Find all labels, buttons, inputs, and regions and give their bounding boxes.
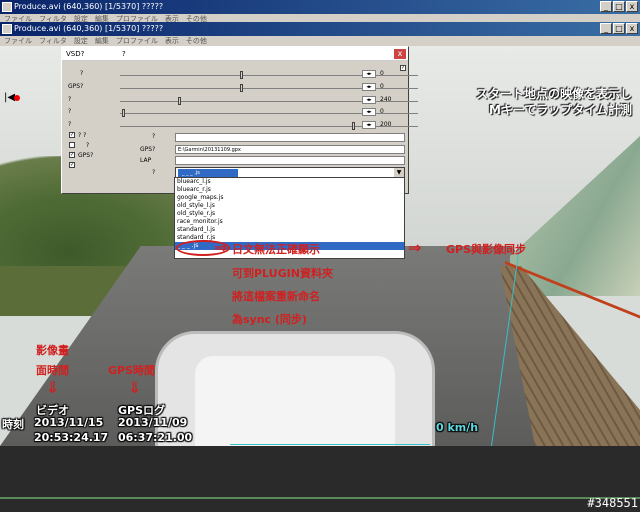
checkbox-label: GPS? bbox=[78, 152, 94, 159]
watermark: #348551 bbox=[587, 496, 638, 510]
dropdown-option[interactable]: bluearc_l.js bbox=[175, 178, 404, 186]
slider-thumb[interactable] bbox=[178, 97, 181, 105]
instruction-line-2: Mキーでラップタイム計測 bbox=[489, 103, 632, 117]
close-button[interactable]: x bbox=[626, 1, 638, 12]
timeline-bar[interactable] bbox=[0, 497, 640, 499]
lap-label: LAP bbox=[140, 157, 152, 164]
window-controls: _ □ x bbox=[600, 23, 638, 34]
dropdown-option[interactable]: old_style_r.js bbox=[175, 210, 404, 218]
maximize-button[interactable]: □ bbox=[613, 1, 625, 12]
skin-label: ? bbox=[152, 169, 156, 176]
slider-row: GPS? ◂▸ 0 bbox=[62, 82, 418, 93]
window-title: Produce.avi (640,360) [1/5370] ????? bbox=[14, 2, 164, 11]
vsd-dialog: VSD? ? x ✓ ? ◂▸ 0 GPS? ◂▸ 0 ? ◂▸ 240 ? ◂… bbox=[61, 46, 418, 194]
dialog-titlebar[interactable]: VSD? ? x bbox=[62, 47, 408, 61]
note-line-2: 可到PLUGIN資料夾 bbox=[232, 267, 333, 280]
gps-clock: 06:37:21.00 bbox=[118, 431, 193, 444]
note-line-3: 將這檔案重新命名 bbox=[232, 290, 320, 303]
log-file-field[interactable] bbox=[175, 133, 405, 142]
dialog-title-extra: ? bbox=[122, 50, 126, 58]
arrow-right-icon: ⇒ bbox=[214, 238, 228, 257]
dialog-title: VSD? bbox=[66, 50, 85, 58]
slider-value: 0 bbox=[380, 83, 384, 90]
speed-readout: 0 km/h bbox=[436, 421, 479, 434]
note-line-4: 為sync (同步) bbox=[232, 313, 307, 326]
gps-time-label: GPS時間 bbox=[108, 364, 156, 377]
spin-buttons[interactable]: ◂▸ bbox=[362, 108, 376, 116]
app-icon bbox=[2, 2, 12, 12]
checkbox[interactable] bbox=[69, 142, 75, 148]
checkbox[interactable]: ✓ bbox=[69, 132, 75, 138]
app-icon bbox=[2, 24, 12, 34]
spin-buttons[interactable]: ◂▸ bbox=[362, 121, 376, 129]
minimize-button[interactable]: _ bbox=[600, 23, 612, 34]
video-time-label-2: 面時間 bbox=[36, 364, 69, 377]
bottom-panel bbox=[0, 446, 640, 512]
slider-row: ? ◂▸ 0 bbox=[62, 107, 418, 118]
gps-file-field[interactable]: E:\Garmin\20131109.gpx bbox=[175, 145, 405, 154]
arrow-down-icon: ⇓ bbox=[46, 378, 60, 397]
note-line-1: 日文無法正確顯示 bbox=[232, 243, 320, 256]
minimize-button[interactable]: _ bbox=[600, 1, 612, 12]
instruction-line-1: スタート地点の映像を表示し bbox=[475, 87, 632, 101]
lap-file-field[interactable] bbox=[175, 156, 405, 165]
slider-value: 0 bbox=[380, 70, 384, 77]
spin-buttons[interactable]: ◂▸ bbox=[362, 96, 376, 104]
slider-row: ? ◂▸ 0 bbox=[62, 69, 418, 80]
video-date: 2013/11/15 bbox=[34, 416, 104, 429]
window-titlebar-2[interactable]: Produce.avi (640,360) [1/5370] ????? _ □… bbox=[0, 22, 640, 36]
window-controls: _ □ x bbox=[600, 1, 638, 12]
slider-thumb[interactable] bbox=[240, 71, 243, 79]
maximize-button[interactable]: □ bbox=[613, 23, 625, 34]
slider-row: ? ◂▸ 240 bbox=[62, 95, 418, 106]
slider-thumb[interactable] bbox=[352, 122, 355, 130]
dialog-close-button[interactable]: x bbox=[394, 49, 406, 59]
overlay-instructions: スタート地点の映像を表示し Mキーでラップタイム計測 bbox=[476, 86, 632, 118]
checkbox[interactable]: ✓ bbox=[69, 162, 75, 168]
gps-sync-label: GPS與影像同步 bbox=[446, 243, 527, 256]
window-titlebar[interactable]: Produce.avi (640,360) [1/5370] ????? _ □… bbox=[0, 0, 640, 14]
dropdown-option[interactable]: bluearc_r.js bbox=[175, 186, 404, 194]
slider-row: ? ◂▸ 200 bbox=[62, 120, 418, 131]
slider-label: ? bbox=[80, 70, 84, 77]
video-time-label-1: 影像畫 bbox=[36, 344, 69, 357]
dropdown-option[interactable]: old_style_l.js bbox=[175, 202, 404, 210]
gps-position-dot bbox=[14, 95, 20, 101]
bike-computer-screen bbox=[195, 356, 395, 446]
spin-buttons[interactable]: ◂▸ bbox=[362, 83, 376, 91]
dropdown-option[interactable]: race_monitor.js bbox=[175, 218, 404, 226]
chevron-down-icon[interactable]: ▼ bbox=[394, 168, 404, 177]
skin-select-value: _ _ _ .js bbox=[178, 169, 238, 177]
gps-file-label: GPS? bbox=[140, 146, 156, 153]
checkbox[interactable]: ✓ bbox=[69, 152, 75, 158]
checkbox-label: ? ? bbox=[78, 132, 87, 139]
gps-date: 2013/11/09 bbox=[118, 416, 188, 429]
spin-buttons[interactable]: ◂▸ bbox=[362, 70, 376, 78]
slider-label: ? bbox=[68, 96, 72, 103]
slider-label: GPS? bbox=[68, 83, 84, 90]
slider-label: ? bbox=[68, 108, 72, 115]
speed-graph-line bbox=[230, 444, 430, 445]
slider-thumb[interactable] bbox=[240, 84, 243, 92]
slider-value: 240 bbox=[380, 96, 392, 103]
dropdown-option[interactable]: google_maps.js bbox=[175, 194, 404, 202]
slider-thumb[interactable] bbox=[122, 109, 125, 117]
close-button[interactable]: x bbox=[626, 23, 638, 34]
slider-value: 200 bbox=[380, 121, 392, 128]
window-title-2: Produce.avi (640,360) [1/5370] ????? bbox=[14, 24, 164, 33]
slider-value: 0 bbox=[380, 108, 384, 115]
slider-label: ? bbox=[68, 121, 72, 128]
video-clock: 20:53:24.17 bbox=[34, 431, 109, 444]
checkbox-label: ? bbox=[86, 142, 90, 149]
field-label: ? bbox=[152, 133, 156, 140]
time-prefix: 時刻 bbox=[2, 418, 24, 431]
dropdown-option[interactable]: standard_l.js bbox=[175, 226, 404, 234]
arrow-right-icon: ⇒ bbox=[408, 238, 422, 257]
arrow-down-icon: ⇓ bbox=[128, 378, 142, 397]
